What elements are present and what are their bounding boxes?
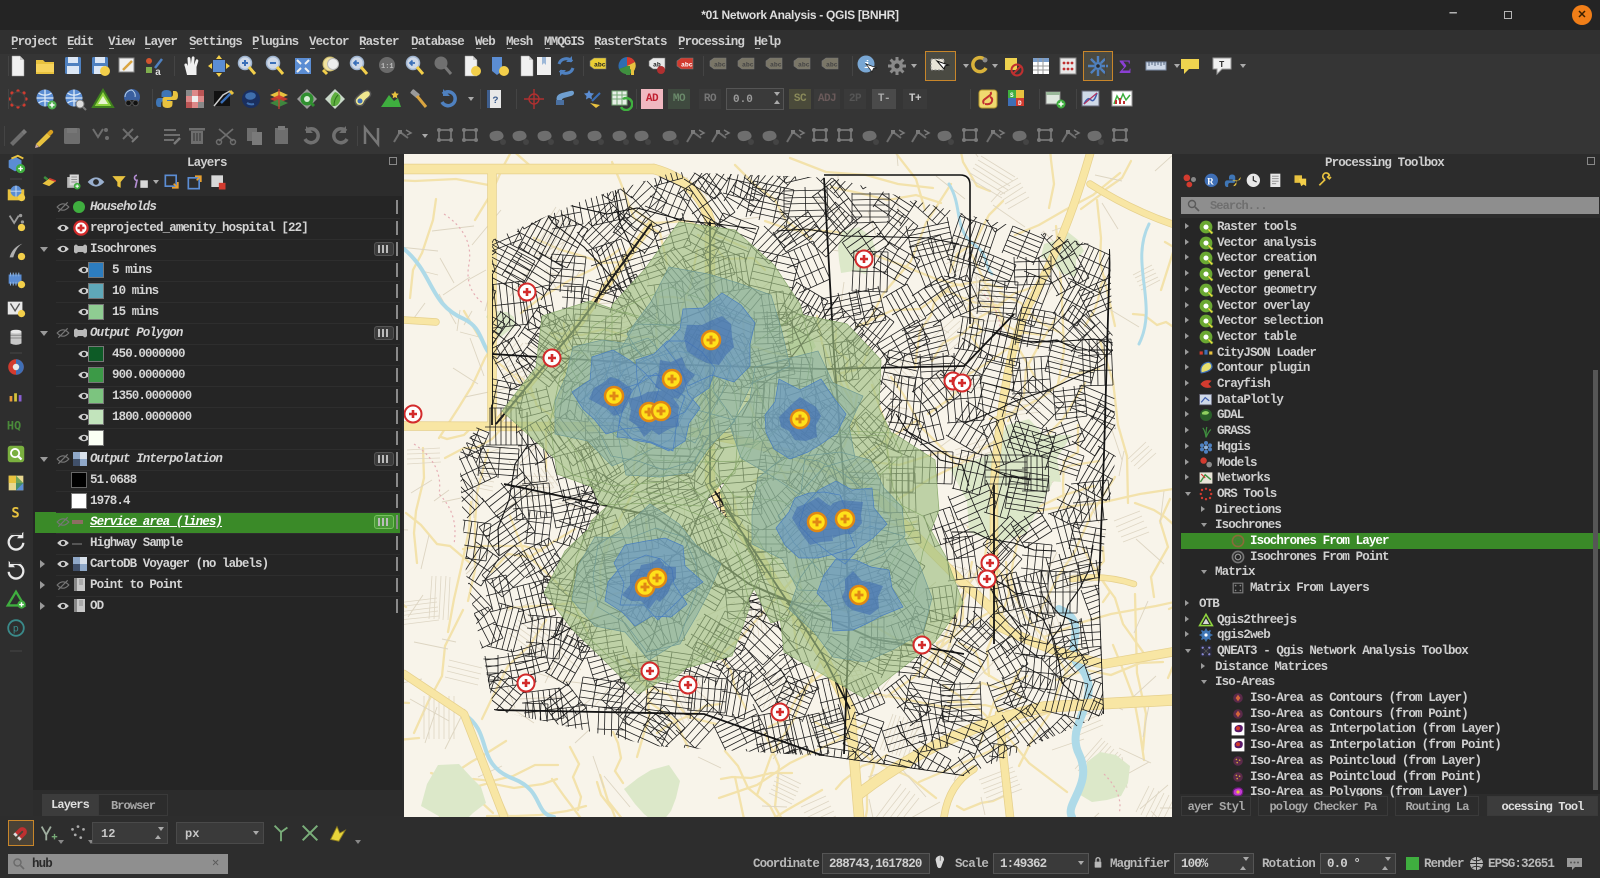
svg-text:S: S (1010, 92, 1014, 99)
svg-text:abc: abc (742, 62, 754, 69)
svg-text:S: S (11, 506, 19, 522)
svg-text:abc: abc (826, 62, 838, 69)
svg-text:abc: abc (594, 62, 606, 69)
svg-text:abc: abc (714, 62, 726, 69)
svg-text:?: ? (493, 96, 499, 107)
svg-text:D: D (1018, 100, 1022, 107)
svg-text:abc: abc (770, 62, 782, 69)
svg-text:abc: abc (798, 62, 810, 69)
svg-text:Σ: Σ (1119, 57, 1131, 78)
svg-text:1:1: 1:1 (381, 63, 394, 71)
svg-text:T: T (1219, 60, 1225, 70)
svg-text:abc: abc (681, 62, 693, 69)
svg-text:HQ: HQ (7, 419, 21, 433)
svg-text:R: R (1207, 177, 1214, 187)
svg-text:p: p (13, 624, 19, 635)
svg-text:a: a (155, 68, 161, 78)
